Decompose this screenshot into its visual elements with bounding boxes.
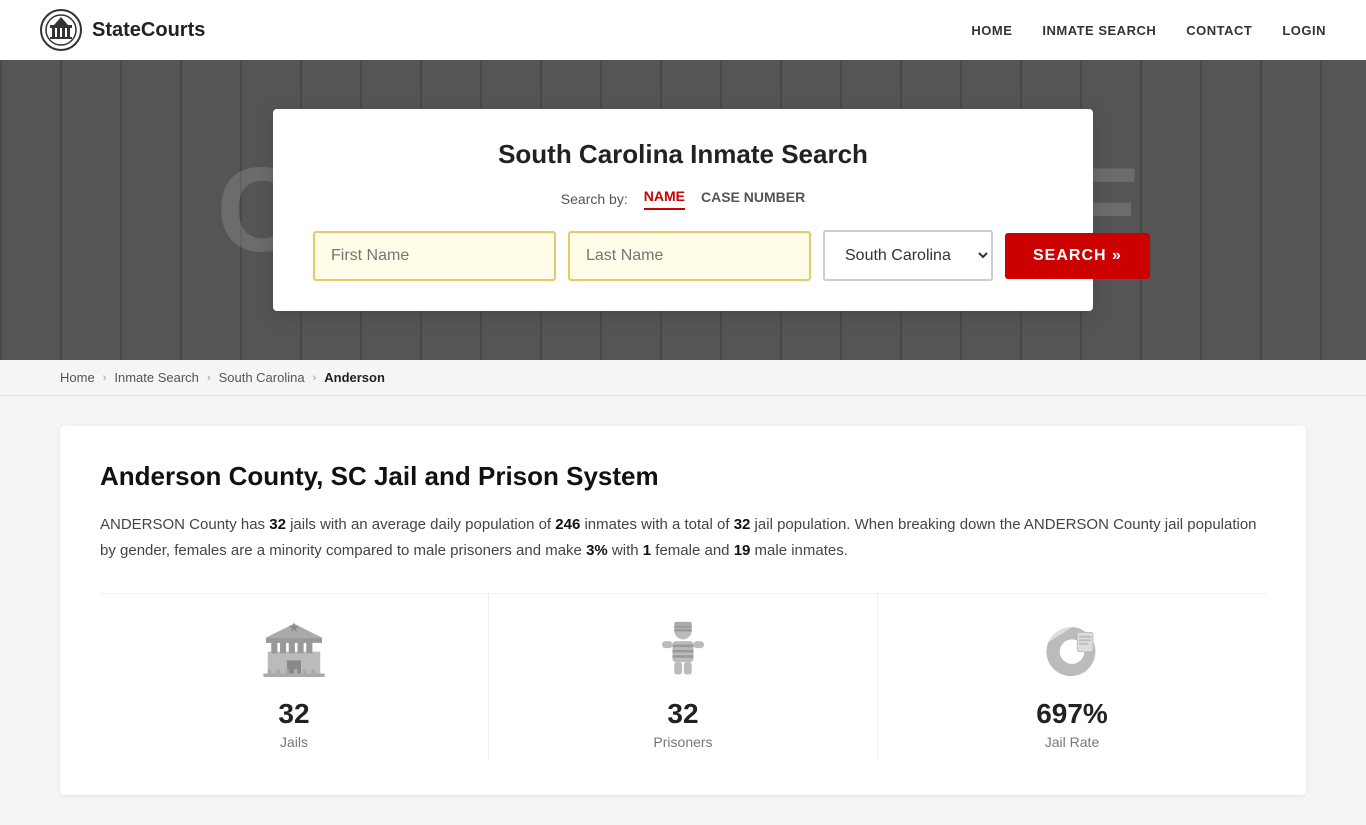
nav-contact[interactable]: CONTACT [1186,23,1252,38]
stat-prisoners-label: Prisoners [653,734,712,750]
desc-part3: inmates with a total of [580,516,733,533]
breadcrumb-home[interactable]: Home [60,370,95,385]
breadcrumb-sep-3: › [313,372,317,384]
desc-part6: female and [651,542,734,559]
stat-jail-rate: 697% Jail Rate [878,594,1266,760]
breadcrumb: Home › Inmate Search › South Carolina › … [0,360,1366,396]
breadcrumb-sep-1: › [103,372,107,384]
desc-pop: 246 [555,516,580,533]
prisoner-person-icon [643,614,723,684]
breadcrumb-state[interactable]: South Carolina [219,370,305,385]
nav-login[interactable]: LOGIN [1282,23,1326,38]
search-button[interactable]: SEARCH » [1005,233,1150,279]
court-building-icon [254,614,334,684]
desc-pct: 3% [586,542,608,559]
pie-chart-icon [1032,614,1112,684]
desc-part5: with [608,542,643,559]
search-by-row: Search by: NAME CASE NUMBER [313,188,1053,210]
county-desc: ANDERSON County has 32 jails with an ave… [100,512,1266,563]
nav-home[interactable]: HOME [971,23,1012,38]
county-name-inline: ANDERSON [100,516,185,533]
county-title: Anderson County, SC Jail and Prison Syst… [100,461,1266,492]
logo-area: StateCourts [40,9,205,51]
tab-case-number[interactable]: CASE NUMBER [701,189,805,209]
site-name: StateCourts [92,19,205,42]
search-by-label: Search by: [561,191,628,207]
search-card-title: South Carolina Inmate Search [313,139,1053,170]
stat-jails: 32 Jails [100,594,489,760]
stats-row: 32 Jails [100,593,1266,760]
statecourts-logo-icon [40,9,82,51]
hero-section: COURTHOUSE South Carolina Inmate Search … [0,60,1366,360]
main-content: Anderson County, SC Jail and Prison Syst… [0,396,1366,825]
main-nav: HOME INMATE SEARCH CONTACT LOGIN [971,23,1326,38]
stat-prisoners: 32 Prisoners [489,594,878,760]
header: StateCourts HOME INMATE SEARCH CONTACT L… [0,0,1366,60]
breadcrumb-current: Anderson [324,370,385,385]
state-select[interactable]: South CarolinaAlabamaAlaskaArizonaArkans… [823,230,993,281]
tab-name[interactable]: NAME [644,188,685,210]
desc-part1: County has [185,516,269,533]
desc-jails: 32 [269,516,286,533]
desc-total: 32 [734,516,751,533]
content-card: Anderson County, SC Jail and Prison Syst… [60,426,1306,795]
last-name-input[interactable] [568,231,811,281]
desc-part2: jails with an average daily population o… [286,516,555,533]
stat-jails-number: 32 [278,698,309,730]
stat-jails-label: Jails [280,734,308,750]
first-name-input[interactable] [313,231,556,281]
desc-female: 1 [643,542,651,559]
stat-prisoners-number: 32 [667,698,698,730]
breadcrumb-inmate-search[interactable]: Inmate Search [114,370,199,385]
stat-jail-rate-label: Jail Rate [1045,734,1099,750]
breadcrumb-sep-2: › [207,372,211,384]
nav-inmate-search[interactable]: INMATE SEARCH [1042,23,1156,38]
desc-part7: male inmates. [750,542,848,559]
search-inputs-row: South CarolinaAlabamaAlaskaArizonaArkans… [313,230,1053,281]
stat-jail-rate-number: 697% [1036,698,1108,730]
desc-male: 19 [734,542,751,559]
search-card: South Carolina Inmate Search Search by: … [273,109,1093,311]
